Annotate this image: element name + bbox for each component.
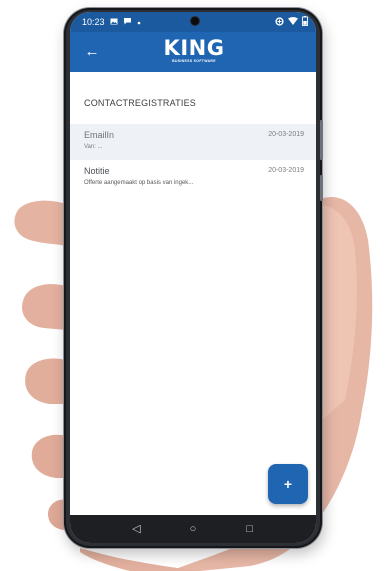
main-content: CONTACTREGISTRATIES EmailIn 20-03-2019 V… [70, 72, 316, 515]
list-item[interactable]: EmailIn 20-03-2019 Van: ... [70, 124, 316, 160]
nav-back-icon[interactable]: ◁ [126, 519, 146, 539]
back-arrow-icon[interactable]: ← [82, 42, 102, 62]
system-nav-bar: ◁ ○ □ [70, 515, 316, 543]
wifi-icon [288, 17, 298, 27]
front-camera [190, 16, 200, 26]
volume-button [320, 120, 323, 160]
logo-word: KING [163, 36, 225, 60]
power-button [320, 175, 323, 201]
registration-date: 20-03-2019 [268, 167, 304, 174]
image-icon [110, 17, 118, 27]
registration-description: Offerte aangemaakt op basis van ingek... [84, 180, 194, 186]
section-title: CONTACTREGISTRATIES [84, 98, 196, 108]
data-saver-icon [275, 16, 284, 28]
status-time: 10:23 [82, 17, 105, 27]
registration-type: EmailIn [84, 130, 115, 140]
registration-date: 20-03-2019 [268, 131, 304, 138]
registration-description: Van: ... [84, 144, 103, 150]
status-bar: 10:23 [70, 12, 316, 32]
phone-screen: 10:23 ← KING BUSINESS SOFTWARE CONTACTRE… [70, 12, 316, 543]
app-bar: ← KING BUSINESS SOFTWARE [70, 32, 316, 72]
battery-icon [302, 16, 308, 28]
king-logo: KING BUSINESS SOFTWARE [162, 37, 226, 69]
add-button[interactable]: + [268, 464, 308, 504]
dot-icon [137, 17, 141, 27]
list-item[interactable]: Notitie 20-03-2019 Offerte aangemaakt op… [70, 160, 316, 196]
registration-type: Notitie [84, 166, 110, 176]
chat-icon [123, 17, 132, 27]
nav-recents-icon[interactable]: □ [240, 519, 260, 539]
nav-home-icon[interactable]: ○ [183, 519, 203, 539]
